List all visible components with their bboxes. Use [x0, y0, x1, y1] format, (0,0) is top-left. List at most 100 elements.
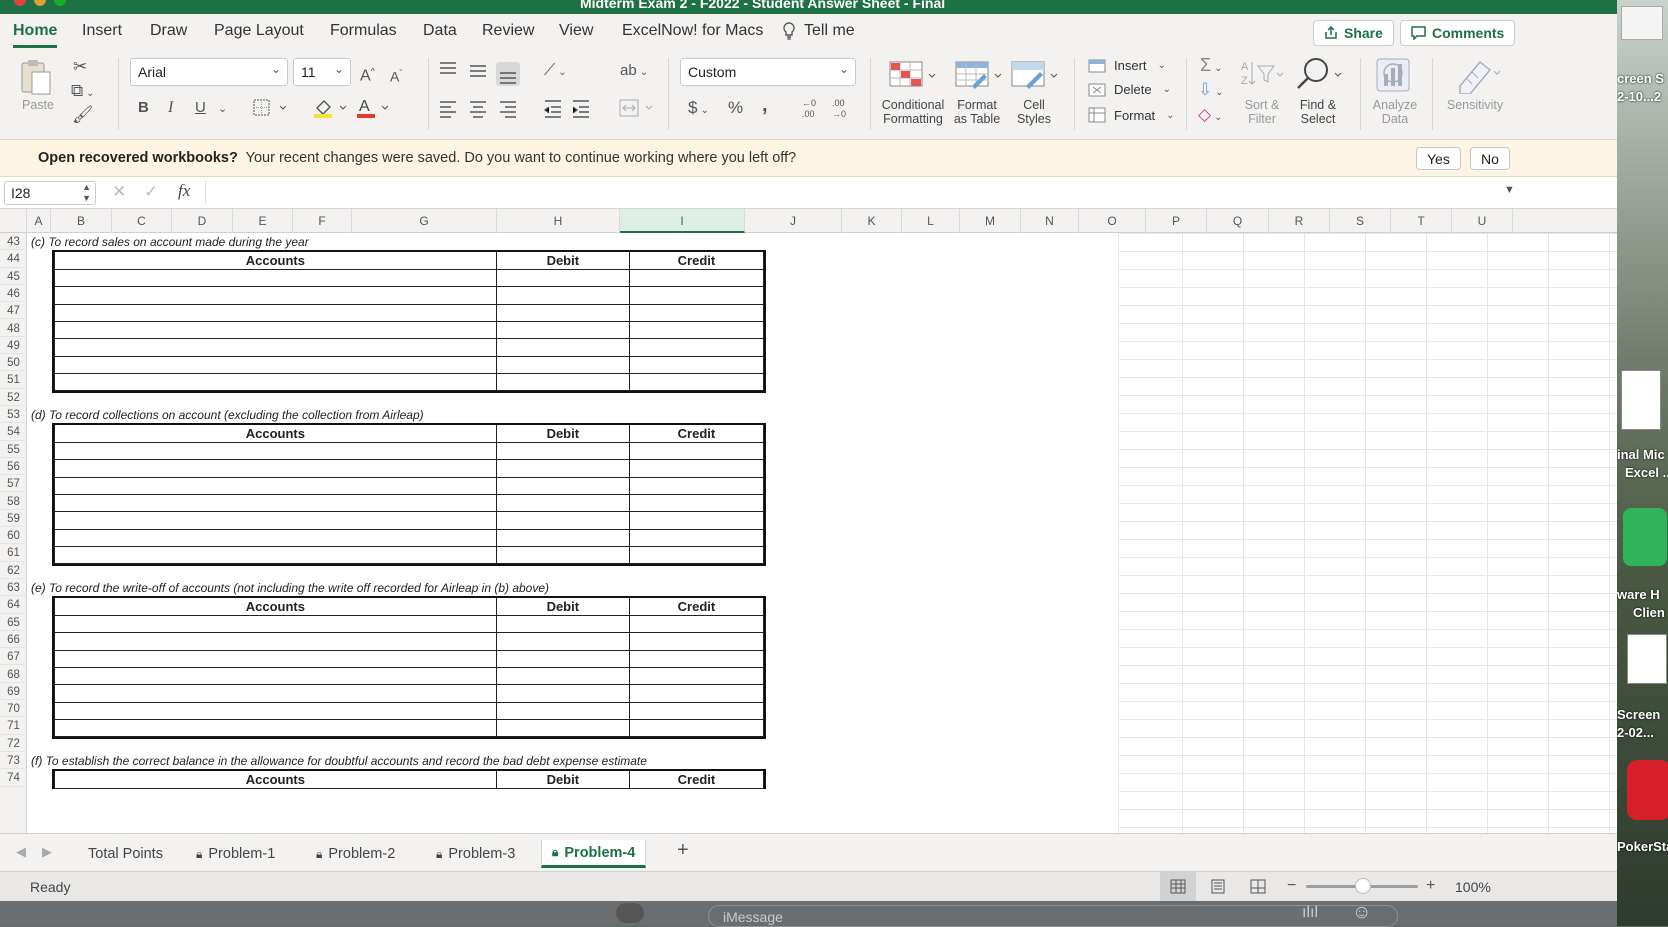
orientation-icon[interactable]: ⟋ ⌄	[544, 62, 567, 82]
row-header[interactable]: 47	[0, 302, 27, 320]
row-header[interactable]: 43	[0, 233, 27, 251]
row-header[interactable]: 57	[0, 475, 27, 493]
account-cell[interactable]	[54, 459, 497, 478]
row-header[interactable]: 72	[0, 735, 27, 752]
chevron-down-icon[interactable]: ⌄	[218, 100, 227, 118]
column-header-h[interactable]: H	[497, 209, 620, 233]
account-cell[interactable]	[54, 528, 497, 547]
account-cell[interactable]	[54, 476, 497, 495]
row-header[interactable]: 54	[0, 423, 27, 441]
find-select-icon[interactable]	[1294, 56, 1344, 92]
tab-data[interactable]: Data	[423, 22, 457, 40]
account-cell[interactable]	[54, 545, 497, 565]
account-cell[interactable]	[54, 684, 497, 703]
sheet-tab-problem-4[interactable]: 🔒︎ Problem-4	[541, 840, 647, 868]
row-header[interactable]: 44	[0, 250, 27, 268]
credit-cell[interactable]	[628, 684, 765, 703]
yes-button[interactable]: Yes	[1416, 147, 1461, 170]
column-header-s[interactable]: S	[1330, 209, 1391, 233]
account-cell[interactable]	[54, 666, 497, 686]
delete-cells-button[interactable]: Delete ⌄	[1088, 82, 1171, 97]
format-painter-icon[interactable]: 🖌	[72, 106, 94, 124]
debit-cell[interactable]	[495, 528, 630, 547]
debit-cell[interactable]	[495, 545, 630, 565]
zoom-in-button[interactable]: +	[1426, 877, 1435, 895]
row-header[interactable]: 71	[0, 717, 27, 735]
row-header[interactable]: 68	[0, 666, 27, 683]
credit-cell[interactable]	[628, 286, 765, 305]
next-sheet-icon[interactable]: ▶	[42, 844, 52, 860]
analyze-data-icon[interactable]	[1374, 56, 1414, 94]
comments-button[interactable]: Comments	[1400, 20, 1516, 46]
credit-cell[interactable]	[628, 338, 765, 357]
account-cell[interactable]	[54, 442, 497, 461]
account-cell[interactable]	[54, 632, 497, 651]
account-cell[interactable]	[54, 649, 497, 668]
page-layout-view-icon[interactable]	[1210, 879, 1226, 894]
debit-cell[interactable]	[495, 269, 630, 288]
desktop-label[interactable]: inal Mic	[1617, 446, 1668, 463]
debit-cell[interactable]	[495, 615, 630, 634]
bold-button[interactable]: B	[138, 99, 149, 117]
credit-cell[interactable]	[628, 459, 765, 478]
audio-icon[interactable]: ılıl	[1302, 904, 1318, 922]
column-header-r[interactable]: R	[1269, 209, 1330, 233]
worksheet-grid[interactable]: ABCDEFGHIJKLMNOPQRSTU 43 44 45 46 47 48 49 50 51…	[0, 209, 1617, 833]
column-header-l[interactable]: L	[902, 209, 960, 233]
percent-button[interactable]: %	[728, 99, 743, 117]
desktop-label[interactable]: 2-02...	[1617, 724, 1668, 741]
column-header-n[interactable]: N	[1021, 209, 1079, 233]
cut-icon[interactable]: ✂	[73, 58, 87, 76]
horizontal-align-icons[interactable]	[438, 98, 524, 120]
pokerstars-icon[interactable]	[1627, 760, 1668, 820]
column-header-b[interactable]: B	[51, 209, 112, 233]
account-cell[interactable]	[54, 338, 497, 357]
credit-cell[interactable]	[628, 320, 765, 340]
sheet-tab-total-points[interactable]: Total Points	[78, 840, 173, 868]
row-header[interactable]: 58	[0, 493, 27, 510]
desktop-label[interactable]: 2-10...2	[1617, 88, 1668, 105]
debit-cell[interactable]	[495, 372, 630, 392]
document-thumbnail[interactable]	[1627, 634, 1667, 684]
column-header-u[interactable]: U	[1452, 209, 1513, 233]
row-header[interactable]: 56	[0, 458, 27, 476]
desktop-label[interactable]: Clien	[1633, 604, 1668, 621]
desktop-label[interactable]: Screen	[1617, 706, 1668, 723]
zoom-slider-thumb[interactable]	[1355, 878, 1371, 894]
credit-cell[interactable]	[628, 269, 765, 288]
decimal-icons[interactable]: ←0.00.00→0	[800, 96, 856, 120]
underline-button[interactable]: U	[195, 99, 206, 117]
debit-cell[interactable]	[495, 684, 630, 703]
row-header[interactable]: 62	[0, 562, 27, 579]
credit-cell[interactable]	[628, 355, 765, 374]
credit-cell[interactable]	[628, 511, 765, 530]
column-header-i[interactable]: I	[620, 209, 745, 233]
row-header[interactable]: 65	[0, 614, 27, 631]
account-cell[interactable]	[54, 303, 497, 322]
account-cell[interactable]	[54, 372, 497, 392]
row-header[interactable]: 55	[0, 441, 27, 458]
row-header[interactable]: 46	[0, 285, 27, 303]
column-header-d[interactable]: D	[172, 209, 233, 233]
debit-cell[interactable]	[495, 355, 630, 374]
column-header-q[interactable]: Q	[1207, 209, 1269, 233]
credit-cell[interactable]	[628, 545, 765, 565]
credit-cell[interactable]	[628, 442, 765, 461]
font-size-select[interactable]: 11 ⌄	[293, 58, 351, 86]
account-cell[interactable]	[54, 355, 497, 374]
debit-cell[interactable]	[495, 338, 630, 357]
close-window-button[interactable]	[14, 0, 26, 6]
row-header[interactable]: 70	[0, 700, 27, 718]
italic-button[interactable]: I	[168, 99, 173, 117]
row-header[interactable]: 50	[0, 354, 27, 372]
row-header[interactable]: 69	[0, 683, 27, 701]
debit-cell[interactable]	[495, 718, 630, 738]
page-break-view-icon[interactable]	[1250, 879, 1266, 894]
cell-styles-icon[interactable]	[1010, 60, 1060, 92]
row-header[interactable]: 60	[0, 527, 27, 545]
row-header[interactable]: 67	[0, 648, 27, 666]
insert-function-button[interactable]: fx	[178, 181, 190, 201]
column-header-m[interactable]: M	[960, 209, 1021, 233]
tab-home[interactable]: Home	[13, 22, 58, 48]
row-header[interactable]: 61	[0, 544, 27, 562]
